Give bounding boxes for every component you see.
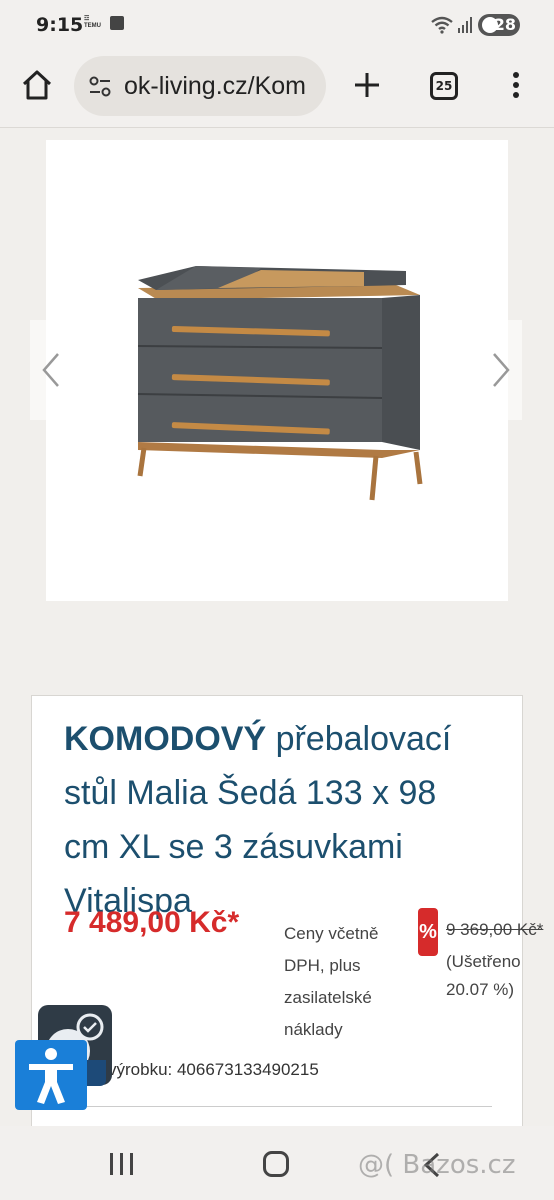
cookie-accent: [84, 1060, 106, 1086]
chevron-left-icon: [42, 353, 59, 387]
discount-badge: %: [418, 908, 438, 956]
battery-saver-icon: [482, 17, 498, 33]
check-notification-icon: [110, 16, 124, 30]
temu-notification-icon: ☲ TEMU: [84, 16, 101, 29]
status-bar: 9:15 ☲ TEMU 28: [0, 0, 554, 50]
previous-image-button[interactable]: [30, 320, 70, 420]
more-menu-icon[interactable]: [510, 70, 522, 100]
home-button[interactable]: [263, 1151, 289, 1177]
dresser-illustration: [137, 266, 423, 501]
accessibility-icon: [29, 1048, 73, 1104]
browser-toolbar: ok-living.cz/Kom 25: [0, 50, 554, 128]
product-image[interactable]: [46, 140, 508, 601]
battery-indicator: 28: [478, 14, 520, 36]
product-code: výrobku: 406673133490215: [108, 1060, 319, 1079]
site-settings-icon[interactable]: [88, 76, 112, 98]
tab-switcher-button[interactable]: 25: [430, 72, 458, 100]
url-text[interactable]: ok-living.cz/Kom: [124, 72, 320, 101]
web-page: KOMODOVÝ přebalovací stůl Malia Šedá 133…: [0, 128, 554, 1126]
wifi-icon: [431, 16, 453, 34]
savings-text: (Ušetřeno 20.07 %): [446, 952, 521, 999]
product-title: KOMODOVÝ přebalovací stůl Malia Šedá 133…: [64, 712, 484, 928]
next-image-button[interactable]: [482, 320, 522, 420]
accessibility-button[interactable]: [15, 1040, 87, 1110]
signal-icon: [458, 17, 472, 33]
product-title-bold: KOMODOVÝ: [64, 720, 267, 758]
status-time: 9:15: [36, 14, 84, 36]
divider: [56, 1106, 492, 1107]
product-price: 7 489,00 Kč*: [64, 906, 240, 939]
new-tab-icon[interactable]: [352, 70, 382, 100]
chevron-right-icon: [493, 353, 510, 387]
watermark: @( Bazos.cz: [358, 1150, 516, 1180]
old-price: 9 369,00 Kč*: [446, 920, 544, 939]
home-icon[interactable]: [20, 68, 54, 102]
vat-note: Ceny včetně DPH, plus zasilatelské nákla…: [284, 924, 379, 1039]
recent-apps-icon[interactable]: [109, 1152, 135, 1176]
address-bar[interactable]: ok-living.cz/Kom: [74, 56, 326, 116]
